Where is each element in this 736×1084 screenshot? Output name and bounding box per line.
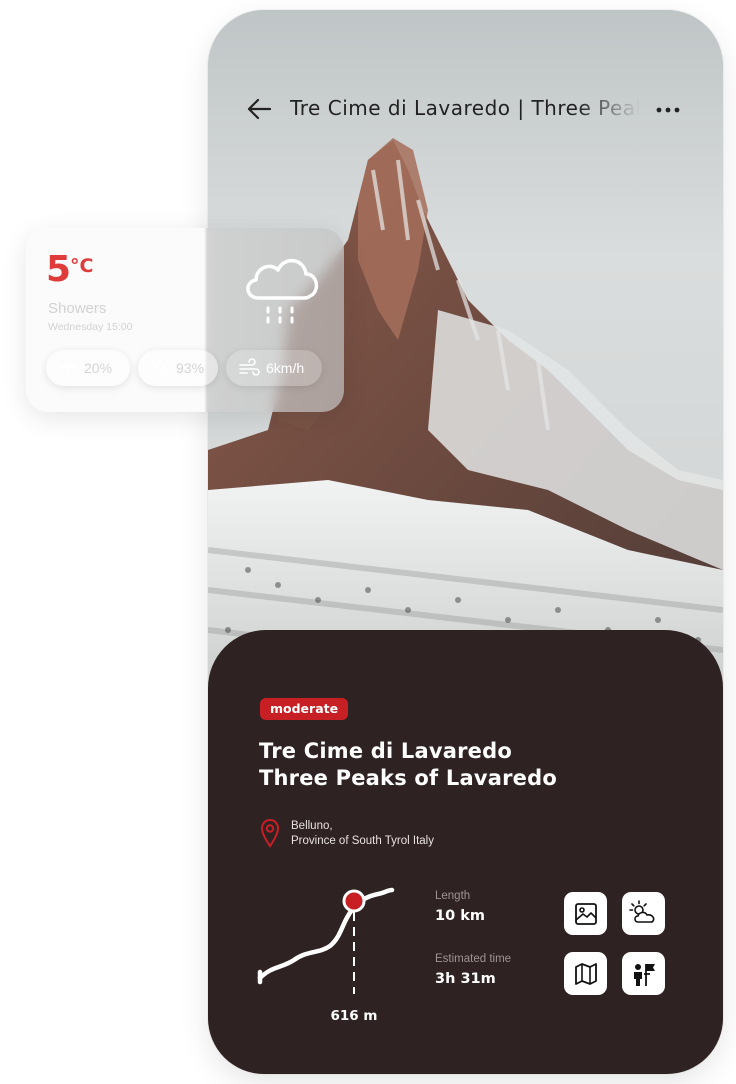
difficulty-badge: moderate <box>260 698 349 720</box>
precipitation-pill: 20% <box>46 350 130 386</box>
temperature-value: 5 <box>46 249 72 290</box>
more-options-icon[interactable] <box>654 102 684 118</box>
length-value: 10 km <box>435 908 485 924</box>
trail-title: Tre Cime di Lavaredo Three Peaks of Lava… <box>259 738 679 792</box>
weather-time: Wednesday 15:00 <box>48 321 133 333</box>
summit-marker <box>342 889 366 913</box>
gallery-button[interactable] <box>564 892 607 935</box>
trail-detail-screen: Tre Cime di Lavaredo | Three Peaks of La… <box>208 10 723 1074</box>
back-arrow-icon[interactable] <box>244 96 274 122</box>
length-label: Length <box>435 890 471 902</box>
humidity-value: 93% <box>176 360 205 376</box>
location-pin-icon <box>260 818 280 848</box>
wind-value: 6km/h <box>266 360 305 376</box>
elevation-value: 616 m <box>330 1008 378 1024</box>
weather-condition: Showers <box>48 300 107 317</box>
guide-button[interactable] <box>622 952 665 995</box>
location-region: Province of South Tyrol Italy <box>291 835 434 847</box>
page-title: Tre Cime di Lavaredo | Three Peaks of La… <box>290 96 640 120</box>
location-city: Belluno, <box>291 820 333 832</box>
rain-cloud-icon <box>246 259 319 324</box>
time-label: Estimated time <box>435 953 512 965</box>
elevation-profile-graph <box>257 887 395 994</box>
map-icon <box>574 962 597 985</box>
wind-icon <box>239 358 260 376</box>
trail-title-line2: Three Peaks of Lavaredo <box>259 766 557 790</box>
weather-button[interactable] <box>622 892 665 935</box>
wind-pill: 6km/h <box>226 350 322 386</box>
weather-icon <box>628 899 654 923</box>
humidity-icon <box>151 358 169 378</box>
trail-title-line1: Tre Cime di Lavaredo <box>259 739 512 763</box>
map-button[interactable] <box>564 952 607 995</box>
precipitation-value: 20% <box>84 360 113 376</box>
trail-location: Belluno, Province of South Tyrol Italy <box>291 819 434 849</box>
guide-icon <box>633 963 655 986</box>
temperature-unit: °C <box>70 255 94 277</box>
gallery-icon <box>574 902 597 925</box>
top-bar: Tre Cime di Lavaredo | Three Peaks of La… <box>208 88 723 132</box>
trail-info-sheet: moderate Tre Cime di Lavaredo Three Peak… <box>208 630 723 1074</box>
weather-card[interactable]: 5 °C Showers Wednesday 15:00 20% 93% 6km… <box>26 228 344 412</box>
humidity-pill: 93% <box>138 350 218 386</box>
umbrella-icon <box>60 363 76 377</box>
time-value: 3h 31m <box>435 971 496 987</box>
